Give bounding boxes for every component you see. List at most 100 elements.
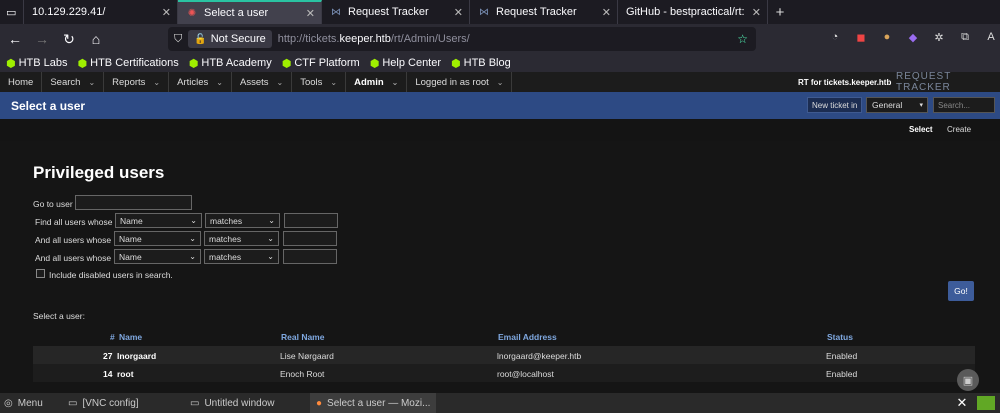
bookmark-htb-certifications[interactable]: ⬢ HTB Certifications — [78, 57, 179, 70]
menu-admin[interactable]: Admin ⌄ — [346, 72, 408, 92]
field-select-3[interactable]: Name ⌄ — [114, 249, 201, 264]
url-bar[interactable]: ⛉ 🔓 Not Secure http://tickets.keeper.htb… — [168, 27, 756, 51]
column-header-email[interactable]: Email Address — [498, 332, 557, 342]
bookmark-htb-academy[interactable]: ⬢ HTB Academy — [189, 57, 272, 70]
taskbar-vnc-config[interactable]: ▭ [VNC config] — [68, 393, 139, 413]
rt-logo-text: REQUEST TRACKER — [896, 71, 952, 93]
table-row[interactable]: 27 lnorgaard Lise Nørgaard lnorgaard@kee… — [33, 346, 975, 364]
value-input-1[interactable] — [284, 213, 338, 228]
field-select-2[interactable]: Name ⌄ — [114, 231, 201, 246]
forward-button[interactable]: → — [30, 27, 54, 51]
page-subnav: Select Create — [0, 119, 1000, 141]
menu-reports[interactable]: Reports ⌄ — [104, 72, 170, 92]
include-disabled-checkbox[interactable] — [36, 269, 45, 278]
bookmark-htb-blog[interactable]: ⬢ HTB Blog — [451, 57, 511, 70]
search-input[interactable]: Search... — [933, 97, 995, 113]
menu-home[interactable]: Home — [0, 72, 43, 92]
column-header-name[interactable]: Name — [119, 332, 142, 342]
os-taskbar: ◎ Menu ▭ [VNC config] ▭ Untitled window ● Se… — [0, 393, 1000, 413]
menu-articles[interactable]: Articles ⌄ — [169, 72, 232, 92]
cell-name[interactable]: lnorgaard — [117, 351, 156, 361]
settings-icon[interactable]: ✲ — [930, 27, 948, 47]
close-icon[interactable]: ✕ — [752, 6, 761, 19]
cookie-icon[interactable]: ● — [878, 27, 896, 47]
taskbar-firefox[interactable]: ● Select a user — Mozi... — [310, 393, 436, 413]
value-input-2[interactable] — [283, 231, 337, 246]
op-select-3[interactable]: matches ⌄ — [204, 249, 279, 264]
cell-name[interactable]: root — [117, 369, 134, 379]
home-button[interactable]: ⌂ — [84, 27, 108, 51]
taskbar-menu[interactable]: ◎ Menu — [4, 393, 43, 413]
cell-id[interactable]: 14 — [103, 369, 112, 379]
arrow-left-icon: ← — [8, 31, 22, 47]
chevron-down-icon: ⌄ — [391, 77, 399, 87]
op-select-1[interactable]: matches ⌄ — [205, 213, 280, 228]
rt-favicon-icon: ⋈ — [479, 6, 489, 18]
htb-logo-icon: ⬢ — [281, 57, 292, 70]
column-header-id[interactable]: # — [110, 332, 115, 342]
back-button[interactable]: ← — [3, 27, 27, 51]
taskbar-untitled-window[interactable]: ▭ Untitled window — [190, 393, 275, 413]
not-secure-badge[interactable]: 🔓 Not Secure — [188, 30, 272, 48]
extensions-icon[interactable]: ⧉ — [956, 27, 974, 47]
new-ticket-button[interactable]: New ticket in — [807, 97, 863, 113]
tab-1[interactable]: 10.129.229.41/ ✕ — [24, 0, 178, 24]
bookmark-help-center[interactable]: ⬢ Help Center — [370, 57, 441, 70]
htb-logo-icon: ⬢ — [6, 57, 16, 70]
chevron-down-icon: ⌄ — [267, 234, 274, 243]
menu-tools[interactable]: Tools ⌄ — [292, 72, 347, 92]
plus-icon: + — [775, 3, 785, 21]
scroll-to-top-button[interactable]: ▣ — [957, 369, 979, 391]
tab-title: GitHub - bestpractical/rt: — [626, 6, 745, 18]
subnav-select[interactable]: Select — [909, 125, 933, 134]
cell-id[interactable]: 27 — [103, 351, 112, 361]
chevron-down-icon: ⌄ — [330, 77, 338, 87]
tab-overview-button[interactable]: ▭ — [0, 0, 24, 24]
go-to-user-input[interactable] — [75, 195, 192, 210]
home-icon: ⌂ — [91, 31, 101, 47]
bookmark-htb-labs[interactable]: ⬢ HTB Labs — [6, 57, 68, 70]
chevron-down-icon: ⌄ — [189, 252, 196, 261]
ab-icon[interactable]: A — [982, 27, 1000, 47]
reload-button[interactable]: ↻ — [57, 27, 81, 51]
navigation-bar: ← → ↻ ⌂ ⛉ 🔓 Not Secure http://tickets.ke… — [0, 24, 1000, 54]
menu-assets[interactable]: Assets ⌄ — [232, 72, 293, 92]
ublock-icon[interactable]: ◼ — [852, 27, 870, 47]
extension-purple-icon[interactable]: ◆ — [904, 27, 922, 47]
tab-title: Request Tracker — [496, 6, 577, 18]
value-input-3[interactable] — [283, 249, 337, 264]
rt-logo[interactable]: REQUEST TRACKER — [896, 71, 1000, 93]
tab-2[interactable]: ✺ Select a user ✕ — [178, 0, 322, 24]
htb-logo-icon: ⬢ — [451, 57, 461, 70]
bookmark-ctf-platform[interactable]: ⬢ CTF Platform — [282, 57, 360, 70]
chevron-down-icon: ⌄ — [496, 77, 504, 87]
window-list-icon: ▭ — [6, 6, 17, 19]
tray-close-icon[interactable]: ✕ — [954, 395, 970, 410]
tab-5[interactable]: GitHub - bestpractical/rt: ✕ — [618, 0, 768, 24]
clipboard-icon: ▣ — [962, 374, 974, 387]
column-header-real-name[interactable]: Real Name — [281, 332, 324, 342]
tray-status-indicator[interactable] — [977, 396, 995, 410]
menu-logged-in[interactable]: Logged in as root ⌄ — [407, 72, 513, 92]
menu-search[interactable]: Search ⌄ — [42, 72, 105, 92]
subnav-create[interactable]: Create — [947, 125, 971, 134]
bookmark-star-icon[interactable]: ☆ — [737, 32, 748, 46]
queue-select[interactable]: General ▾ — [866, 97, 928, 113]
include-disabled-label: Include disabled users in search. — [49, 270, 173, 280]
chevron-down-icon: ⌄ — [267, 252, 274, 261]
chevron-down-icon: ⌄ — [190, 216, 197, 225]
new-tab-button[interactable]: + — [768, 0, 792, 24]
account-icon[interactable]: ◔ — [826, 27, 844, 47]
go-button[interactable]: Go! — [948, 281, 974, 301]
column-header-status[interactable]: Status — [827, 332, 853, 342]
tab-3[interactable]: ⋈ Request Tracker ✕ — [322, 0, 470, 24]
close-icon[interactable]: ✕ — [162, 6, 171, 19]
table-row[interactable]: 14 root Enoch Root root@localhost Enable… — [33, 364, 975, 382]
op-select-2[interactable]: matches ⌄ — [204, 231, 279, 246]
close-icon[interactable]: ✕ — [602, 6, 611, 19]
tab-4[interactable]: ⋈ Request Tracker ✕ — [470, 0, 618, 24]
close-icon[interactable]: ✕ — [306, 7, 315, 20]
close-icon[interactable]: ✕ — [454, 6, 463, 19]
cell-real-name: Enoch Root — [280, 369, 325, 379]
field-select-1[interactable]: Name ⌄ — [115, 213, 202, 228]
